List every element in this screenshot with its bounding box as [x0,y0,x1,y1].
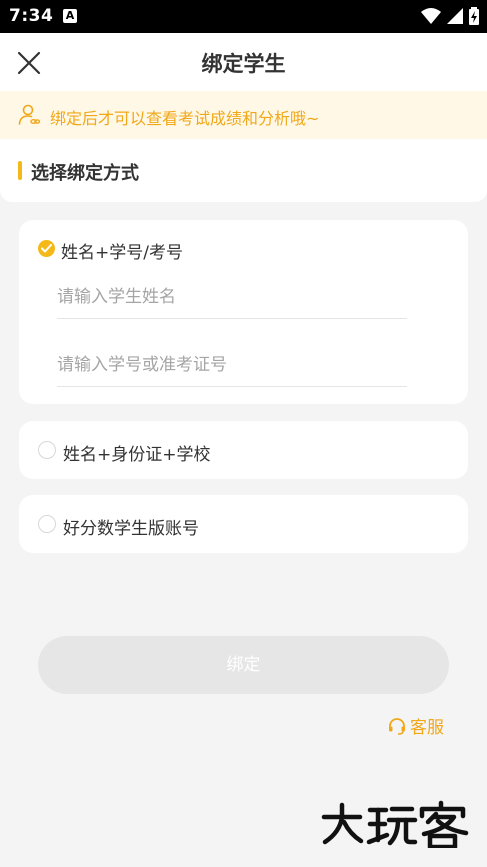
notification-a-icon: A [63,9,77,23]
check-icon [41,244,52,253]
student-name-row [57,275,407,319]
status-time: 7:34 [9,6,54,26]
student-number-input[interactable] [57,343,407,386]
battery-charging-icon [469,7,479,25]
section-header: 选择绑定方式 [0,139,487,202]
option-label-student-account[interactable]: 好分数学生版账号 [63,514,199,539]
student-name-input[interactable] [57,275,407,318]
radio-unchecked-icon[interactable] [38,441,56,459]
student-number-row [57,343,407,387]
notice-text: 绑定后才可以查看考试成绩和分析哦~ [50,109,320,128]
customer-service-label: 客服 [410,718,444,738]
radio-checked-icon[interactable] [38,240,55,257]
status-bar: 7:34 A [0,0,487,33]
watermark-logo [321,800,469,848]
option-label-name-idcard-school[interactable]: 姓名+身份证+学校 [63,440,211,465]
user-link-icon [18,104,40,125]
nav-bar: 绑定学生 [0,33,487,91]
notice-banner: 绑定后才可以查看考试成绩和分析哦~ [0,91,487,139]
option-card-student-account[interactable]: 好分数学生版账号 [19,495,468,553]
section-title: 选择绑定方式 [31,163,139,184]
option-card-name-student-id: 姓名+学号/考号 [19,220,468,404]
bind-button[interactable]: 绑定 [38,636,449,694]
customer-service-link[interactable]: 客服 [387,713,444,738]
wifi-icon [421,8,441,24]
option-card-name-idcard-school[interactable]: 姓名+身份证+学校 [19,421,468,479]
cell-signal-icon [447,8,463,24]
page-title: 绑定学生 [201,52,286,76]
radio-unchecked-icon[interactable] [38,515,56,533]
headset-icon [389,717,405,735]
status-icons [421,7,479,25]
section-accent-bar [18,161,22,180]
option-label-name-student-id[interactable]: 姓名+学号/考号 [61,238,183,263]
